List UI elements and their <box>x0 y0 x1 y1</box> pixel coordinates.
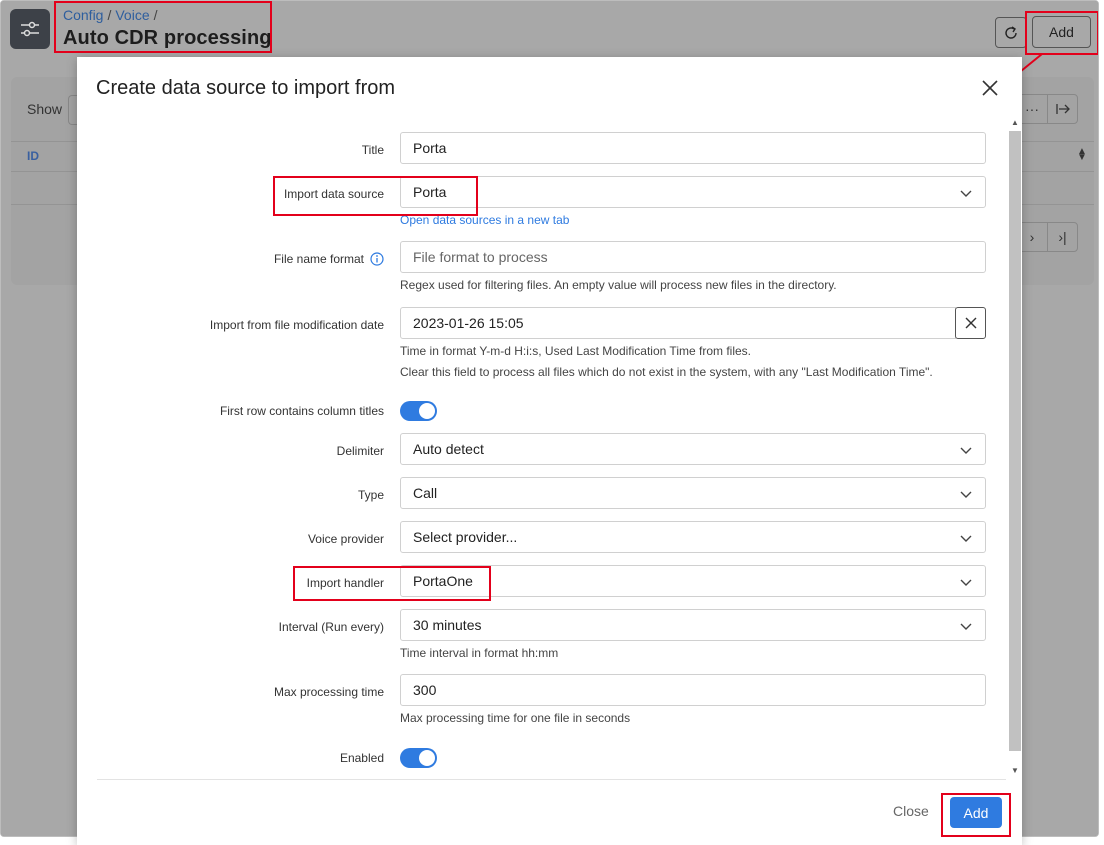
title-value: Porta <box>413 140 447 156</box>
close-button[interactable]: Close <box>893 803 929 819</box>
chevron-down-icon <box>960 491 972 498</box>
settings-menu-button[interactable] <box>10 9 50 49</box>
interval-hint: Time interval in format hh:mm <box>400 646 559 660</box>
export-button[interactable] <box>1047 94 1078 124</box>
import-from-date-hint-2: Clear this field to process all files wh… <box>400 365 933 379</box>
import-from-date-label: Import from file modification date <box>209 318 384 332</box>
import-data-source-select[interactable]: Porta <box>400 176 986 208</box>
delimiter-select[interactable]: Auto detect <box>400 433 986 465</box>
file-name-format-placeholder: File format to process <box>413 249 548 265</box>
enabled-label: Enabled <box>339 751 384 765</box>
footer-divider <box>97 779 1006 780</box>
highlight-import-handler <box>293 566 491 601</box>
title-input[interactable]: Porta <box>400 132 986 164</box>
refresh-icon <box>1005 25 1017 39</box>
max-processing-time-label: Max processing time <box>273 685 384 699</box>
modal-form: Title Import data source File name forma… <box>97 117 1006 779</box>
file-name-format-label: File name format <box>273 252 364 266</box>
scroll-up-icon[interactable]: ▲ <box>1009 117 1021 129</box>
enabled-toggle[interactable] <box>400 748 437 768</box>
info-icon[interactable] <box>370 252 384 271</box>
delimiter-value: Auto detect <box>413 441 484 457</box>
interval-value: 30 minutes <box>413 617 482 633</box>
highlight-title <box>54 1 272 53</box>
import-from-date-input[interactable]: 2023-01-26 15:05 <box>400 307 956 339</box>
import-from-date-value: 2023-01-26 15:05 <box>413 315 524 331</box>
file-name-format-hint: Regex used for filtering files. An empty… <box>400 278 837 292</box>
max-processing-time-value: 300 <box>413 682 437 698</box>
refresh-button[interactable] <box>995 17 1027 48</box>
chevron-down-icon <box>960 535 972 542</box>
voice-provider-label: Voice provider <box>307 532 384 546</box>
last-page-button[interactable]: ›| <box>1047 222 1078 252</box>
modal-title: Create data source to import from <box>96 77 396 99</box>
voice-provider-value: Select provider... <box>413 529 518 545</box>
first-row-titles-label: First row contains column titles <box>219 404 384 418</box>
chevron-down-icon <box>960 579 972 586</box>
close-icon <box>965 317 976 329</box>
toggle-knob <box>419 403 435 419</box>
type-select[interactable]: Call <box>400 477 986 509</box>
first-row-titles-toggle[interactable] <box>400 401 437 421</box>
title-label: Title <box>361 143 384 157</box>
show-label: Show <box>27 101 63 117</box>
chevron-down-icon <box>960 447 972 454</box>
chevron-down-icon <box>960 190 972 197</box>
highlight-submit-add <box>941 793 1011 837</box>
close-icon <box>982 80 998 96</box>
voice-provider-select[interactable]: Select provider... <box>400 521 986 553</box>
label-column: Title Import data source File name forma… <box>97 117 384 779</box>
chevron-down-icon <box>960 623 972 630</box>
sort-icon[interactable]: ▲ ▼ <box>1077 147 1087 163</box>
max-processing-time-hint: Max processing time for one file in seco… <box>400 711 631 725</box>
highlight-import-data-source <box>273 176 478 216</box>
toggle-knob <box>419 750 435 766</box>
sliders-icon <box>21 21 39 37</box>
highlight-add <box>1025 11 1098 55</box>
clear-date-button[interactable] <box>955 307 986 339</box>
scroll-thumb[interactable] <box>1009 131 1021 751</box>
interval-select[interactable]: 30 minutes <box>400 609 986 641</box>
type-value: Call <box>413 485 438 501</box>
scroll-down-icon[interactable]: ▼ <box>1009 765 1021 777</box>
delimiter-label: Delimiter <box>336 444 384 458</box>
file-name-format-input[interactable]: File format to process <box>400 241 986 273</box>
create-data-source-modal: Create data source to import from Title … <box>77 57 1022 845</box>
column-header-id[interactable]: ID <box>27 149 39 163</box>
import-from-date-hint-1: Time in format Y-m-d H:i:s, Used Last Mo… <box>400 344 751 358</box>
type-label: Type <box>357 488 384 502</box>
export-icon <box>1055 104 1070 114</box>
modal-scrollbar[interactable]: ▲ ▼ <box>1006 117 1021 779</box>
interval-label: Interval (Run every) <box>278 620 384 634</box>
max-processing-time-input[interactable]: 300 <box>400 674 986 706</box>
modal-close-button[interactable] <box>979 77 1001 99</box>
